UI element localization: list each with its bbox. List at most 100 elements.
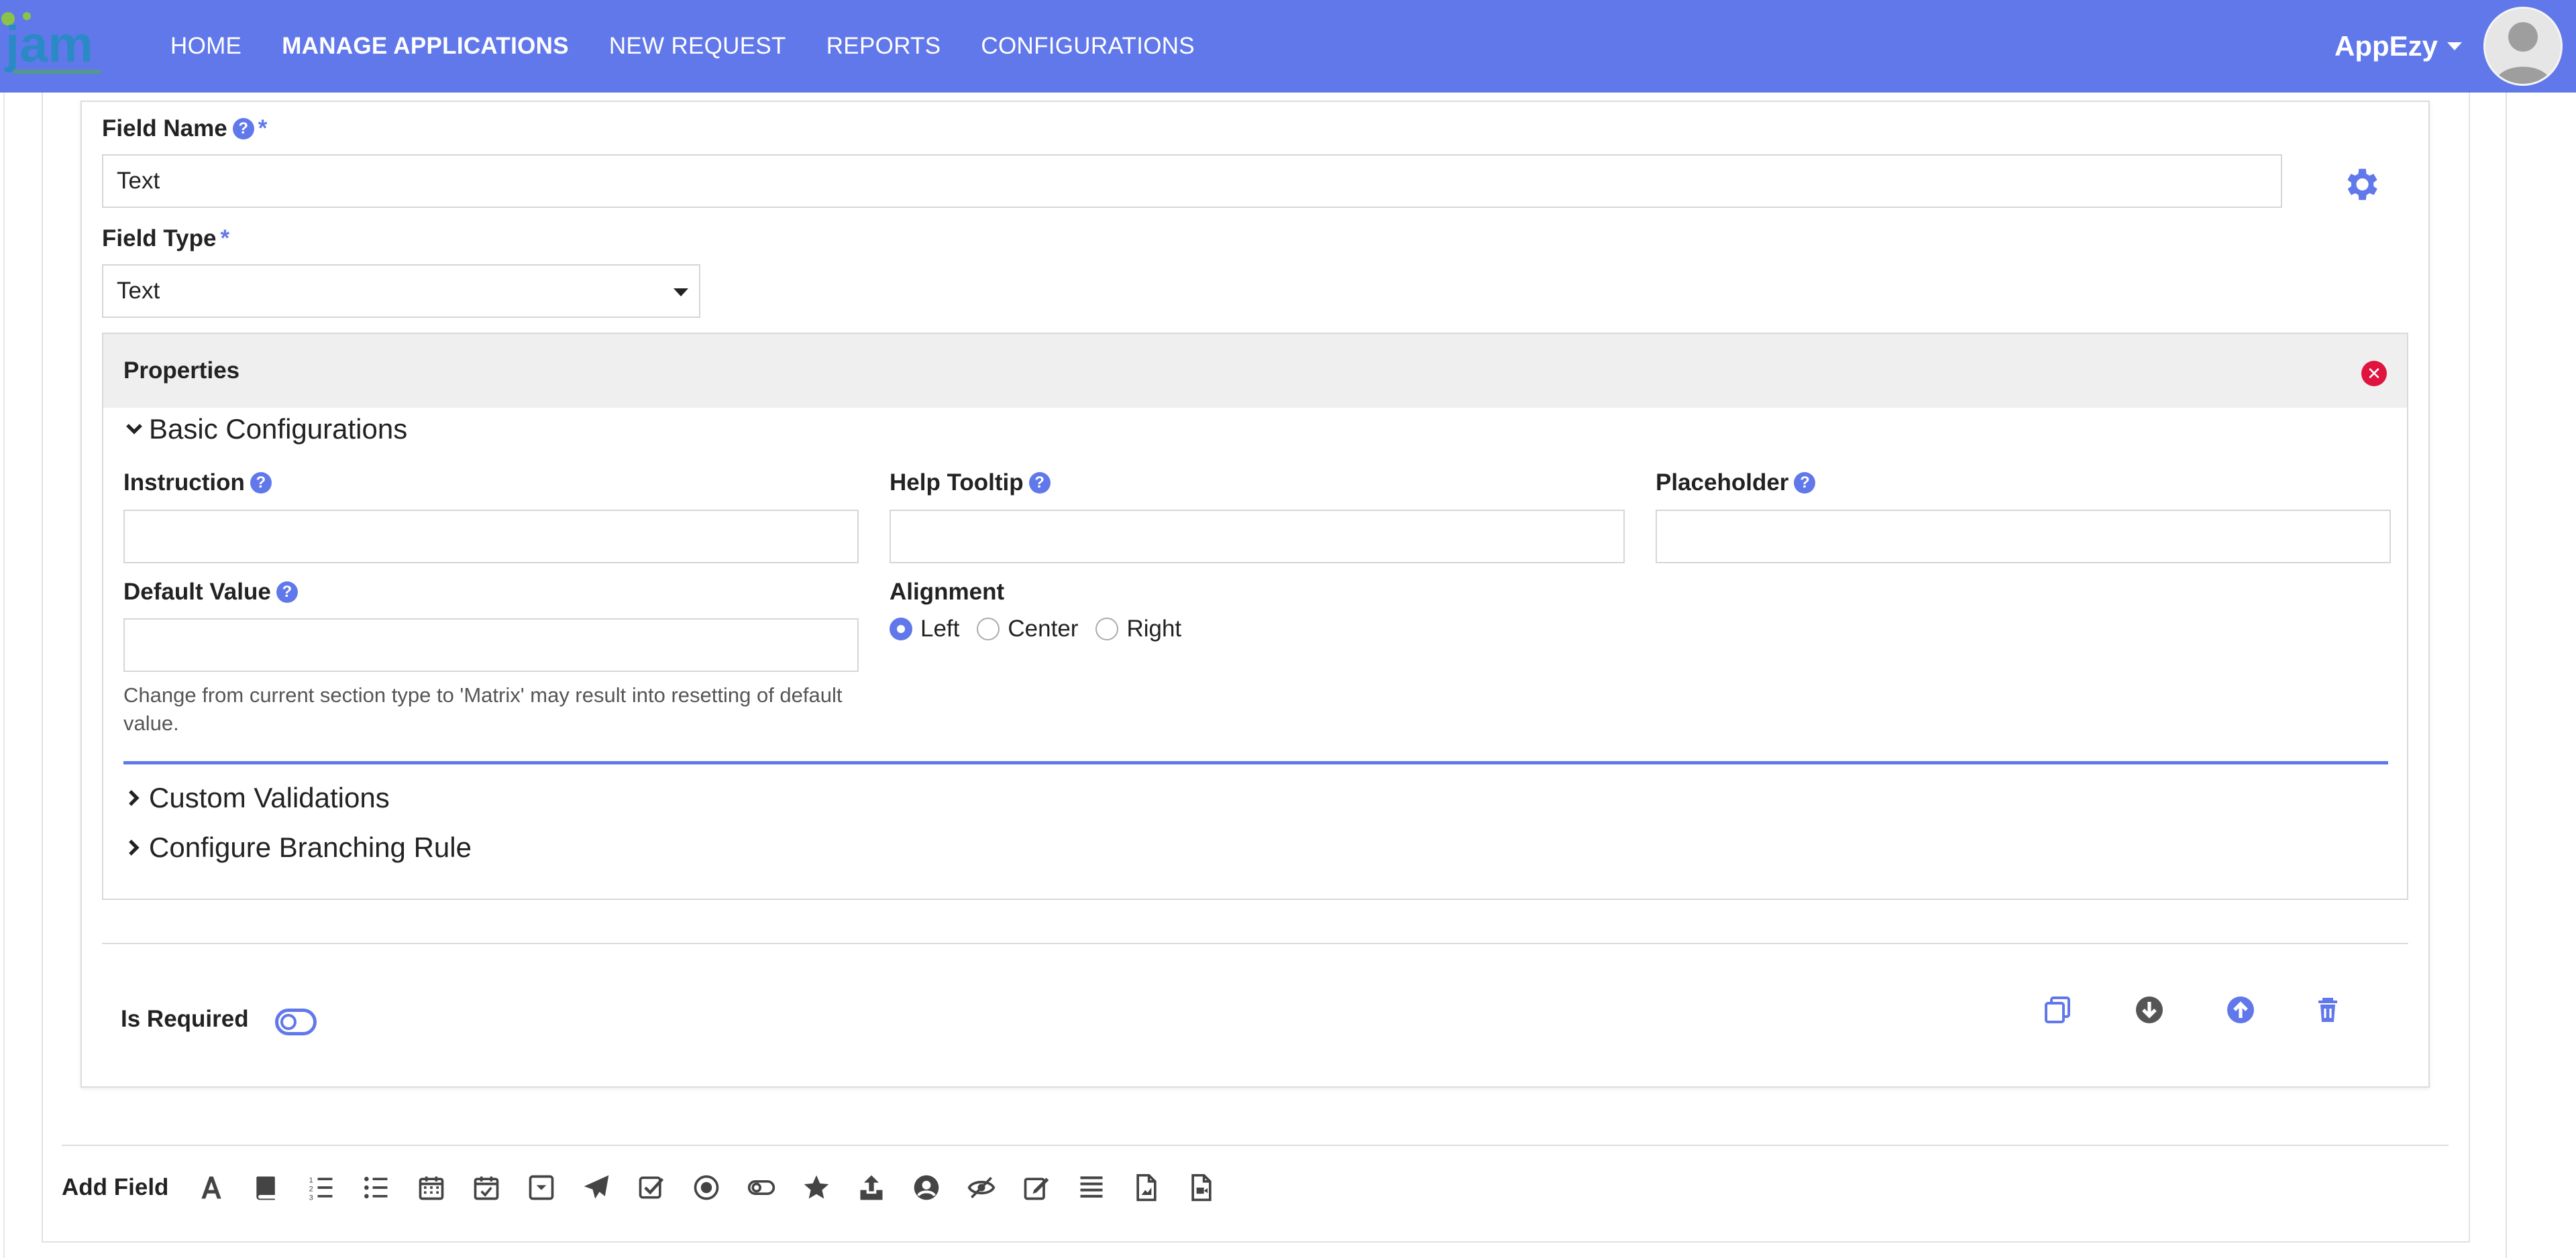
help-tooltip-label: Help Tooltip ? xyxy=(890,469,1051,496)
radio-dot xyxy=(890,618,912,640)
properties-title: Properties xyxy=(123,357,240,384)
toggle-icon[interactable] xyxy=(747,1173,776,1202)
edit-icon[interactable] xyxy=(1022,1173,1051,1202)
default-value-input[interactable] xyxy=(123,618,859,672)
dropdown-icon[interactable] xyxy=(527,1173,556,1202)
unordered-list-icon[interactable] xyxy=(362,1173,391,1202)
paper-plane-icon[interactable] xyxy=(582,1173,611,1202)
default-value-hint: Change from current section type to 'Mat… xyxy=(123,683,843,735)
text-icon[interactable] xyxy=(197,1173,226,1202)
chevron-down-icon xyxy=(126,424,142,435)
alignment-center-label: Center xyxy=(1008,616,1079,642)
properties-header: Properties xyxy=(103,334,2407,408)
field-type-value: Text xyxy=(117,278,160,304)
instruction-label: Instruction ? xyxy=(123,469,272,496)
alignment-label: Alignment xyxy=(890,579,1004,606)
arrow-up-circle-icon[interactable] xyxy=(2224,994,2257,1026)
chevron-right-icon xyxy=(129,840,140,856)
user-circle-icon[interactable] xyxy=(912,1173,941,1202)
ordered-list-icon[interactable]: 123 xyxy=(307,1173,336,1202)
is-required-toggle[interactable] xyxy=(275,1009,317,1035)
user-menu[interactable]: AppEzy xyxy=(2334,0,2462,93)
footer-divider xyxy=(102,943,2408,944)
paragraph-icon[interactable] xyxy=(1077,1173,1106,1202)
file-video-icon[interactable] xyxy=(1187,1173,1216,1202)
trash-icon[interactable] xyxy=(2312,994,2344,1026)
eye-slash-icon[interactable] xyxy=(967,1173,996,1202)
svg-text:1: 1 xyxy=(309,1177,313,1185)
required-asterisk: * xyxy=(220,225,230,251)
alignment-radio-group: Left Center Right xyxy=(890,616,1199,642)
basic-configurations-toggle[interactable]: Basic Configurations xyxy=(123,413,407,445)
arrow-down-circle-icon[interactable] xyxy=(2133,994,2165,1026)
nav-home[interactable]: HOME xyxy=(170,33,241,60)
required-asterisk: * xyxy=(258,115,268,141)
add-field-label: Add Field xyxy=(62,1174,169,1200)
help-tooltip-input[interactable] xyxy=(890,510,1625,563)
field-type-select[interactable]: Text xyxy=(102,264,700,318)
checkbox-icon[interactable] xyxy=(637,1173,666,1202)
placeholder-label: Placeholder ? xyxy=(1656,469,1816,496)
placeholder-label-text: Placeholder xyxy=(1656,469,1789,496)
user-name: AppEzy xyxy=(2334,30,2438,62)
logo[interactable]: jam xyxy=(0,12,111,79)
radio-dot xyxy=(977,618,1000,640)
field-name-input[interactable] xyxy=(102,154,2282,208)
add-field-toolbar: Add Field 123 xyxy=(62,1170,1242,1205)
nav-menu: HOME MANAGE APPLICATIONS NEW REQUEST REP… xyxy=(170,0,1235,93)
alignment-label-text: Alignment xyxy=(890,579,1005,605)
placeholder-input[interactable] xyxy=(1656,510,2391,563)
avatar[interactable] xyxy=(2483,7,2563,86)
upload-icon[interactable] xyxy=(857,1173,886,1202)
svg-text:jam: jam xyxy=(4,16,93,73)
page-right-border xyxy=(2506,93,2507,1258)
copy-icon[interactable] xyxy=(2042,994,2074,1026)
help-icon[interactable]: ? xyxy=(250,472,272,494)
nav-new-request[interactable]: NEW REQUEST xyxy=(609,33,786,60)
field-type-label-text: Field Type xyxy=(102,225,217,251)
calendar-check-icon[interactable] xyxy=(472,1173,501,1202)
alignment-left-radio[interactable]: Left xyxy=(890,616,959,642)
alignment-center-radio[interactable]: Center xyxy=(977,616,1078,642)
basic-configurations-title: Basic Configurations xyxy=(149,413,408,445)
alignment-right-radio[interactable]: Right xyxy=(1095,616,1181,642)
field-name-label-text: Field Name xyxy=(102,115,227,141)
user-silhouette-icon xyxy=(2485,9,2561,84)
nav-configurations[interactable]: CONFIGURATIONS xyxy=(981,33,1195,60)
field-type-label: Field Type * xyxy=(102,225,229,252)
help-icon[interactable]: ? xyxy=(232,118,254,139)
calendar-icon[interactable] xyxy=(417,1173,446,1202)
branching-rule-title: Configure Branching Rule xyxy=(149,832,472,863)
instruction-label-text: Instruction xyxy=(123,469,245,496)
file-image-icon[interactable] xyxy=(1132,1173,1161,1202)
instruction-input[interactable] xyxy=(123,510,859,563)
section-divider xyxy=(123,761,2388,764)
svg-text:2: 2 xyxy=(309,1186,313,1194)
custom-validations-toggle[interactable]: Custom Validations xyxy=(123,782,390,814)
properties-panel: Properties ✕ Basic Configurations Instru… xyxy=(102,333,2408,900)
branching-rule-toggle[interactable]: Configure Branching Rule xyxy=(123,832,472,864)
default-value-label: Default Value ? xyxy=(123,579,298,606)
svg-text:3: 3 xyxy=(309,1194,313,1202)
help-icon[interactable]: ? xyxy=(276,581,298,603)
custom-validations-title: Custom Validations xyxy=(149,782,390,813)
book-icon[interactable] xyxy=(252,1173,281,1202)
radio-icon[interactable] xyxy=(692,1173,721,1202)
alignment-left-label: Left xyxy=(920,616,960,642)
gear-icon[interactable] xyxy=(2340,164,2381,205)
help-icon[interactable]: ? xyxy=(1794,472,1816,494)
help-icon[interactable]: ? xyxy=(1028,472,1051,494)
close-icon[interactable]: ✕ xyxy=(2361,361,2387,386)
star-icon[interactable] xyxy=(802,1173,831,1202)
chevron-down-icon xyxy=(2447,42,2462,50)
chevron-right-icon xyxy=(129,790,140,806)
is-required-label: Is Required xyxy=(121,1006,249,1033)
add-field-divider xyxy=(62,1145,2449,1146)
field-name-label: Field Name ? * xyxy=(102,115,267,142)
page-left-border xyxy=(3,93,5,1258)
nav-reports[interactable]: REPORTS xyxy=(826,33,941,60)
top-navbar: jam HOME MANAGE APPLICATIONS NEW REQUEST… xyxy=(0,0,2576,93)
radio-dot xyxy=(1095,618,1119,640)
help-tooltip-label-text: Help Tooltip xyxy=(890,469,1024,496)
nav-manage-applications[interactable]: MANAGE APPLICATIONS xyxy=(282,33,569,60)
